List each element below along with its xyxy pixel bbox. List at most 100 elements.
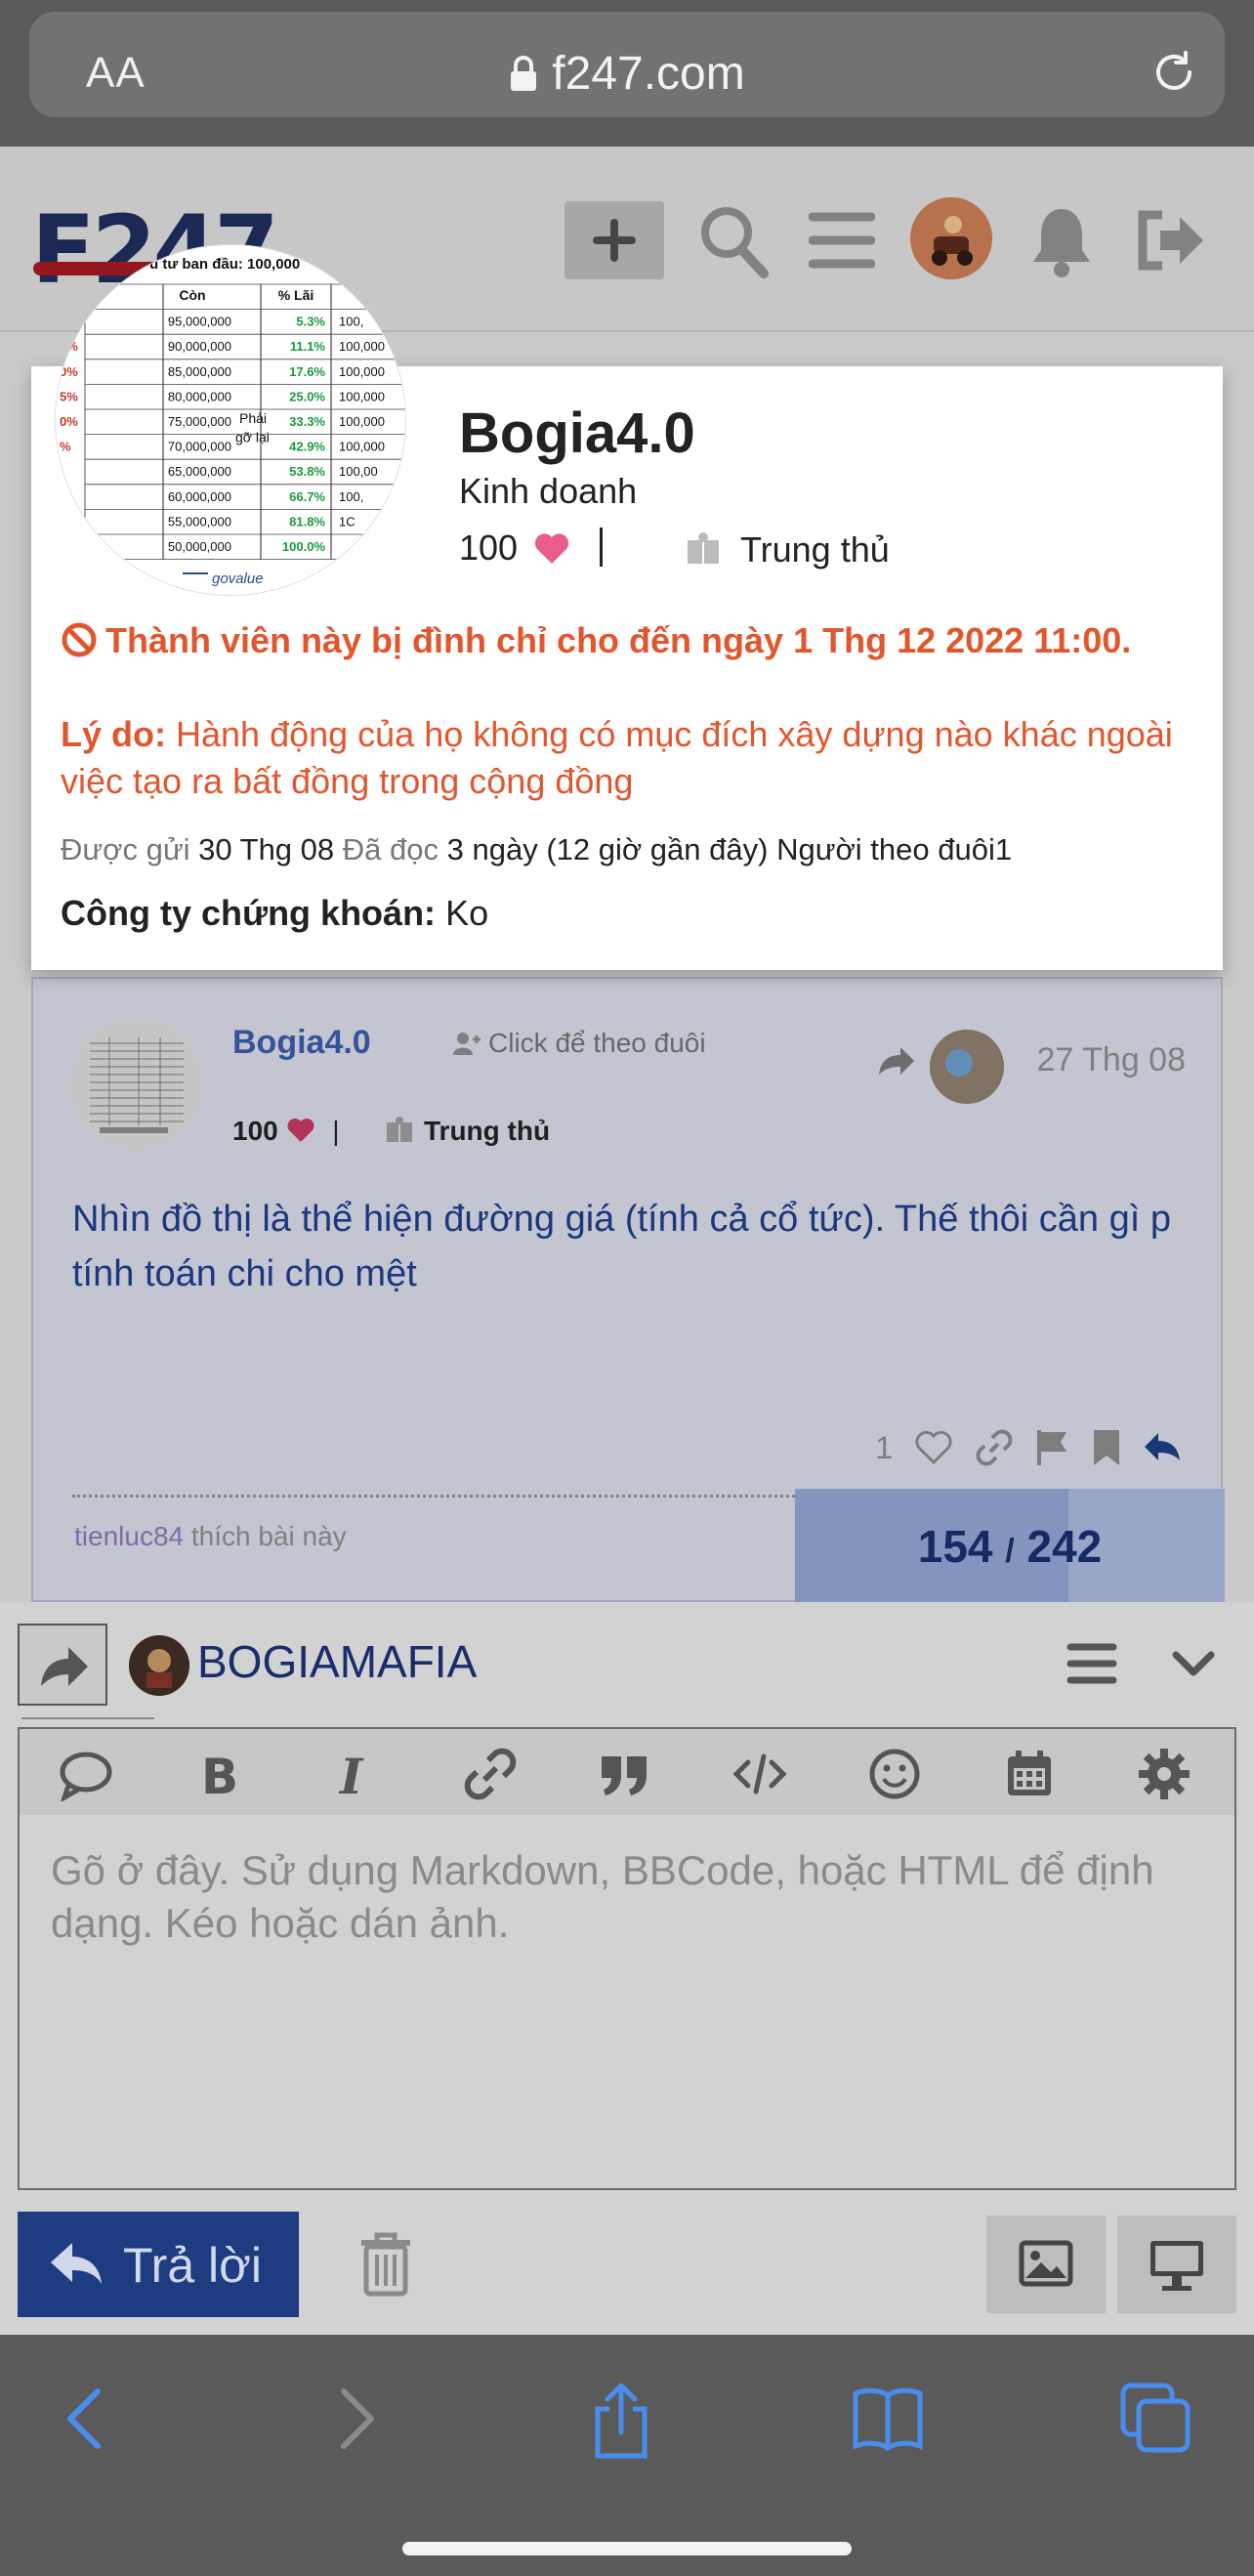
italic-icon[interactable]: I	[328, 1747, 383, 1801]
company-label: Công ty chứng khoán:	[61, 893, 437, 933]
avatar-brand: govalue	[212, 570, 264, 587]
blockquote-icon[interactable]	[598, 1747, 652, 1801]
avatar-con-value: 85,000,000	[168, 364, 231, 379]
avatar-lai-value: 81.8%	[289, 514, 325, 528]
avatar-right-value: 100,000	[339, 339, 385, 354]
followers-value: 1	[994, 832, 1013, 866]
url-text: f247.com	[552, 48, 745, 100]
avatar-left-value: 5%	[60, 389, 78, 403]
avatar-col-lai: % Lãi	[278, 287, 314, 303]
avatar-con-value: 55,000,000	[168, 514, 231, 528]
user-card-avatar[interactable]: u tư ban đầu: 100,000 Còn % Lãi 95,000,000 5…	[55, 244, 406, 596]
avatar-lai-value: 42.9%	[289, 440, 325, 454]
user-card-company: Công ty chứng khoán: Ko	[61, 893, 488, 934]
tabs-icon[interactable]	[1119, 2382, 1191, 2456]
avatar-lai-value: 25.0%	[289, 389, 325, 403]
avatar-col-con: Còn	[179, 287, 205, 303]
preview-toggle-button[interactable]	[1117, 2216, 1236, 2313]
avatar-middle-text: Phải	[239, 410, 267, 426]
back-icon[interactable]	[61, 2382, 109, 2456]
url-display[interactable]: f247.com	[29, 47, 1225, 101]
avatar-table-image: u tư ban đầu: 100,000 Còn % Lãi 95,000,000 5…	[56, 245, 405, 595]
reply-button-label: Trả lời	[123, 2238, 263, 2293]
user-card-title: Kinh doanh	[459, 471, 638, 511]
link-icon[interactable]	[463, 1747, 518, 1801]
avatar-lai-value: 33.3%	[289, 414, 325, 429]
user-card-meta: Được gửi 30 Thg 08 Đã đọc 3 ngày (12 giờ…	[61, 832, 1203, 867]
avatar-right-value: 100,000	[339, 389, 385, 403]
svg-text:B: B	[201, 1749, 238, 1801]
avatar-right-value: 1C	[339, 514, 355, 528]
avatar-lai-value: 5.3%	[296, 315, 325, 329]
avatar-lai-value: 11.1%	[290, 339, 326, 354]
avatar-left-value: %	[60, 440, 71, 454]
avatar-lai-value: 53.8%	[289, 464, 325, 479]
user-card-likes: 100	[459, 528, 570, 569]
avatar-con-value: 80,000,000	[168, 389, 231, 403]
followers-label: Người theo đuôi	[776, 832, 995, 866]
avatar-con-value: 75,000,000	[168, 414, 231, 429]
suspension-text: Thành viên này bị đình chỉ cho đến ngày …	[105, 620, 1132, 660]
image-upload-button[interactable]	[986, 2216, 1106, 2313]
reason-label: Lý do:	[61, 714, 166, 754]
avatar-lai-value: 100.0%	[282, 539, 326, 554]
ban-icon	[62, 622, 97, 657]
heart-icon	[534, 533, 569, 564]
bookmarks-icon[interactable]	[852, 2382, 924, 2456]
avatar-con-value: 50,000,000	[168, 539, 231, 554]
avatar-right-value: 100,	[339, 315, 363, 329]
forward-icon[interactable]	[332, 2382, 381, 2456]
avatar-con-value: 90,000,000	[168, 339, 231, 354]
composer-menu-icon[interactable]	[1066, 1641, 1117, 1686]
reload-icon[interactable]	[1150, 49, 1197, 96]
avatar-right-value: 100,00	[339, 464, 378, 479]
emoji-icon[interactable]	[867, 1747, 922, 1801]
avatar-right-value: 100,	[339, 489, 363, 504]
composer-avatar-image	[129, 1635, 189, 1696]
avatar-header-text: u tư ban đầu: 100,000	[149, 256, 300, 273]
reply-arrow-icon	[51, 2243, 102, 2284]
bold-icon[interactable]: B	[193, 1747, 248, 1801]
composer-username[interactable]: BOGIAMAFIA	[197, 1635, 477, 1688]
separator	[600, 528, 603, 567]
read-label: Đã đọc	[342, 832, 439, 866]
company-value: Ko	[445, 893, 489, 933]
avatar-con-value: 60,000,000	[168, 489, 231, 504]
reply-mode-button[interactable]	[18, 1624, 107, 1706]
book-icon	[688, 532, 719, 564]
avatar-con-value: 70,000,000	[168, 440, 231, 454]
browser-bottom-bar	[0, 2335, 1254, 2576]
lock-icon	[511, 56, 537, 91]
avatar-right-value: 100,000	[339, 440, 385, 454]
avatar-right-value: 100,000	[339, 414, 385, 429]
posted-value: 30 Thg 08	[198, 832, 335, 866]
user-card-flair: Trung thủ	[686, 529, 890, 570]
reason-text: Hành động của họ không có mục đích xây d…	[61, 714, 1173, 801]
user-card-likes-count: 100	[459, 528, 519, 568]
user-card-name[interactable]: Bogia4.0	[459, 401, 695, 466]
read-value: 3 ngày (12 giờ gần đây)	[446, 832, 769, 866]
trash-icon[interactable]	[357, 2231, 414, 2298]
avatar-left-value: 0%	[60, 414, 78, 429]
avatar-middle-text: gỡ lại	[235, 430, 270, 445]
quote-bubble-icon[interactable]	[59, 1747, 113, 1801]
browser-top-bar: AA f247.com	[0, 0, 1254, 147]
chevron-down-icon[interactable]	[1170, 1647, 1217, 1682]
posted-label: Được gửi	[61, 832, 190, 866]
avatar-lai-value: 66.7%	[289, 489, 325, 504]
reply-editor[interactable]: Gõ ở đây. Sử dụng Markdown, BBCode, hoặc…	[18, 1815, 1236, 2190]
gear-icon[interactable]	[1137, 1747, 1191, 1801]
home-indicator	[402, 2542, 852, 2555]
composer-avatar	[129, 1635, 189, 1696]
reply-button[interactable]: Trả lời	[18, 2212, 299, 2317]
divider	[21, 1717, 154, 1719]
code-icon[interactable]	[732, 1747, 787, 1801]
calendar-icon[interactable]	[1002, 1747, 1057, 1801]
suspension-notice: Thành viên này bị đình chỉ cho đến ngày …	[61, 617, 1193, 664]
share-icon[interactable]	[590, 2382, 652, 2460]
desktop-icon	[1150, 2241, 1203, 2291]
user-card-flair-label: Trung thủ	[740, 529, 890, 570]
suspension-reason: Lý do: Hành động của họ không có mục đíc…	[61, 711, 1193, 805]
address-bar[interactable]: AA f247.com	[29, 12, 1225, 117]
image-icon	[1019, 2240, 1073, 2287]
